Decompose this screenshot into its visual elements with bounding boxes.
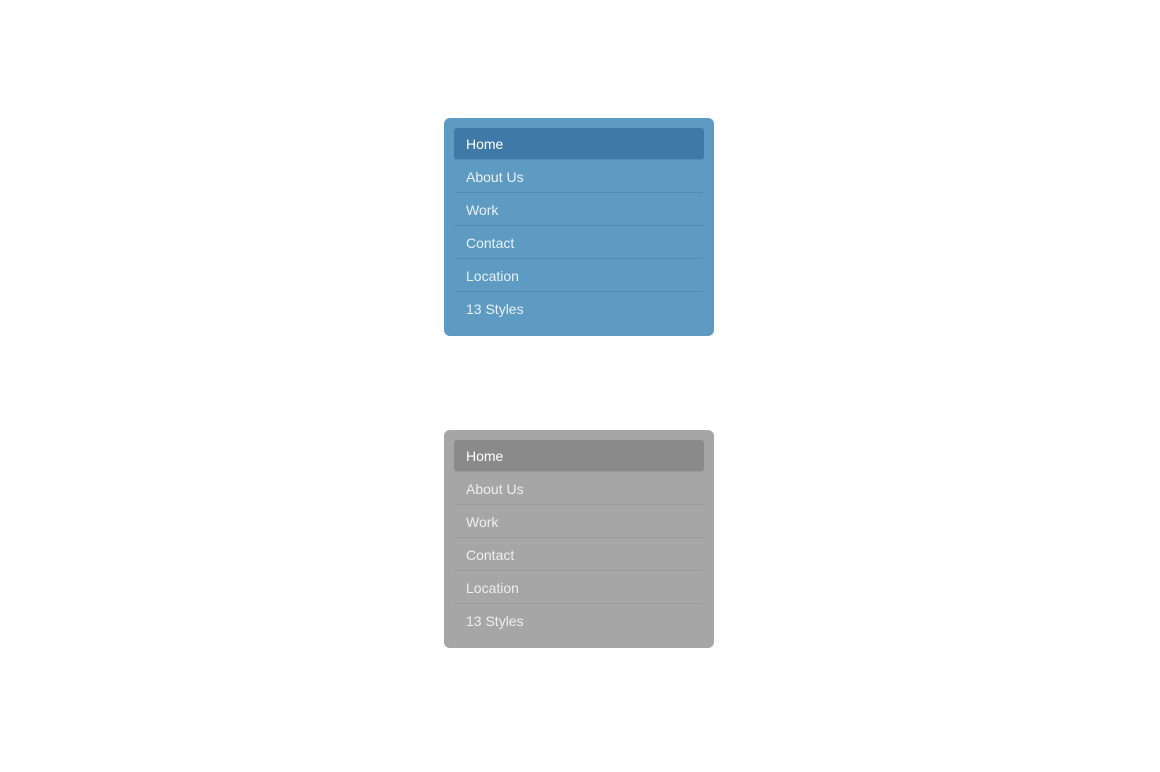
vertical-menu-blue: Home About Us Work Contact Location 13 S… <box>444 118 714 336</box>
vertical-menu-gray: Home About Us Work Contact Location 13 S… <box>444 430 714 648</box>
menu-item-13-styles[interactable]: 13 Styles <box>454 293 704 325</box>
menu-item-label: Location <box>466 580 519 596</box>
menu-item-about-us[interactable]: About Us <box>454 161 704 193</box>
menu-item-label: Contact <box>466 547 514 563</box>
menu-item-home[interactable]: Home <box>454 128 704 160</box>
menu-item-label: Home <box>466 136 503 152</box>
menu-item-contact[interactable]: Contact <box>454 227 704 259</box>
menu-item-label: Home <box>466 448 503 464</box>
menu-item-work[interactable]: Work <box>454 194 704 226</box>
menu-item-home[interactable]: Home <box>454 440 704 472</box>
menu-item-label: Work <box>466 202 498 218</box>
menu-item-about-us[interactable]: About Us <box>454 473 704 505</box>
menu-item-contact[interactable]: Contact <box>454 539 704 571</box>
menu-item-work[interactable]: Work <box>454 506 704 538</box>
menu-item-label: About Us <box>466 481 524 497</box>
menu-item-label: 13 Styles <box>466 613 524 629</box>
menu-item-label: Work <box>466 514 498 530</box>
menu-item-label: Location <box>466 268 519 284</box>
menu-item-location[interactable]: Location <box>454 572 704 604</box>
menu-item-location[interactable]: Location <box>454 260 704 292</box>
menu-item-label: 13 Styles <box>466 301 524 317</box>
menu-item-label: Contact <box>466 235 514 251</box>
menu-item-13-styles[interactable]: 13 Styles <box>454 605 704 637</box>
menu-item-label: About Us <box>466 169 524 185</box>
